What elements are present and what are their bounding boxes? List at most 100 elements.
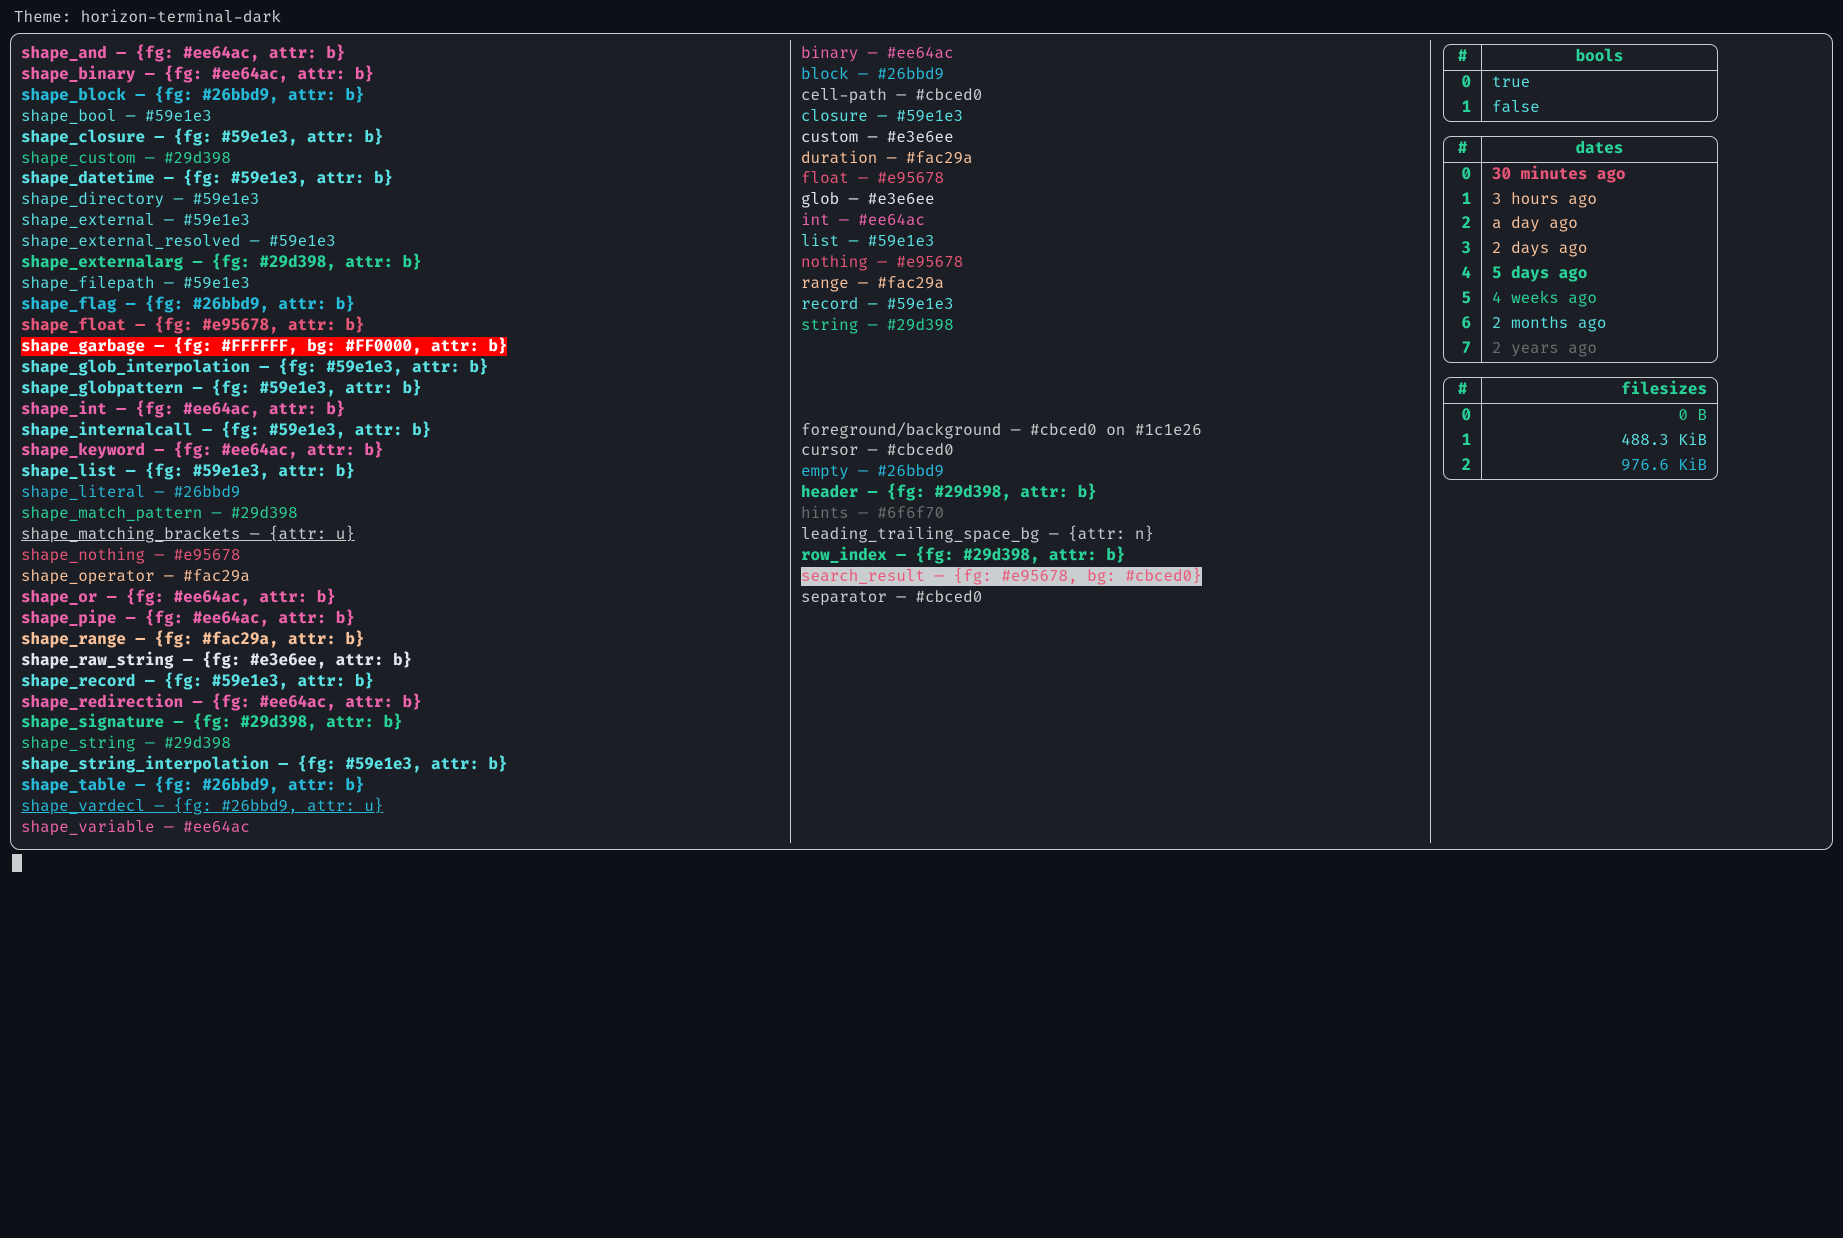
- shapes-column: shape_and — {fg: #ee64ac, attr: b} shape_…: [11, 40, 791, 843]
- shapes-name: shape_directory: [21, 190, 164, 209]
- types-entry: float — #e95678: [801, 169, 944, 188]
- shapes-name: shape_internalcall: [21, 421, 193, 440]
- row-value: 2 years ago: [1482, 337, 1717, 362]
- shapes-value: {fg: #29d398, attr: b}: [212, 253, 422, 272]
- separator-text: —: [849, 65, 878, 84]
- misc-row: search_result — {fg: #e95678, bg: #cbced…: [801, 567, 1420, 588]
- shapes-entry: shape_custom — #29d398: [21, 149, 231, 168]
- table-row: 0true: [1444, 71, 1717, 96]
- shapes-row: shape_closure — {fg: #59e1e3, attr: b}: [21, 128, 780, 149]
- shapes-name: shape_list: [21, 462, 116, 481]
- shapes-row: shape_external — #59e1e3: [21, 211, 780, 232]
- shapes-entry: shape_garbage — {fg: #FFFFFF, bg: #FF000…: [21, 337, 507, 356]
- separator-text: —: [858, 483, 887, 502]
- table-header-label: bools: [1482, 45, 1717, 70]
- shapes-value: #59e1e3: [193, 190, 260, 209]
- types-value: #e95678: [877, 169, 944, 188]
- shapes-entry: shape_record — {fg: #59e1e3, attr: b}: [21, 672, 374, 691]
- shapes-name: shape_keyword: [21, 441, 145, 460]
- table-row: 2976.6 KiB: [1444, 454, 1717, 479]
- shapes-row: shape_list — {fg: #59e1e3, attr: b}: [21, 462, 780, 483]
- separator-text: —: [925, 567, 954, 586]
- table-header-index: #: [1444, 45, 1482, 70]
- misc-name: empty: [801, 462, 849, 481]
- misc-entry: search_result — {fg: #e95678, bg: #cbced…: [801, 567, 1202, 586]
- separator-text: —: [107, 400, 136, 419]
- shapes-entry: shape_datetime — {fg: #59e1e3, attr: b}: [21, 169, 393, 188]
- shapes-entry: shape_operator — #fac29a: [21, 567, 250, 586]
- shapes-name: shape_operator: [21, 567, 155, 586]
- shapes-value: {fg: #e95678, attr: b}: [155, 316, 365, 335]
- separator-text: —: [135, 672, 164, 691]
- types-name: record: [801, 295, 858, 314]
- shapes-name: shape_match_pattern: [21, 504, 202, 523]
- shapes-row: shape_table — {fg: #26bbd9, attr: b}: [21, 776, 780, 797]
- separator-text: —: [155, 211, 184, 230]
- separator-text: —: [877, 149, 906, 168]
- misc-value: #26bbd9: [877, 462, 944, 481]
- table-header-index: #: [1444, 137, 1482, 162]
- shapes-name: shape_float: [21, 316, 126, 335]
- shapes-value: {fg: #59e1e3, attr: b}: [183, 169, 393, 188]
- misc-name: hints: [801, 504, 849, 523]
- shapes-row: shape_literal — #26bbd9: [21, 483, 780, 504]
- shapes-value: {fg: #26bbd9, attr: u}: [174, 797, 384, 816]
- shapes-value: {fg: #ee64ac, attr: b}: [174, 441, 384, 460]
- row-index: 6: [1444, 312, 1482, 337]
- shapes-row: shape_and — {fg: #ee64ac, attr: b}: [21, 44, 780, 65]
- table-row: 72 years ago: [1444, 337, 1717, 362]
- shapes-name: shape_external_resolved: [21, 232, 240, 251]
- shapes-entry: shape_raw_string — {fg: #e3e6ee, attr: b…: [21, 651, 412, 670]
- types-row: cell-path — #cbced0: [801, 86, 1420, 107]
- shapes-name: shape_range: [21, 630, 126, 649]
- shapes-name: shape_globpattern: [21, 379, 183, 398]
- separator-text: —: [135, 149, 164, 168]
- shapes-entry: shape_block — {fg: #26bbd9, attr: b}: [21, 86, 364, 105]
- shapes-name: shape_custom: [21, 149, 135, 168]
- shapes-row: shape_string — #29d398: [21, 734, 780, 755]
- shapes-name: shape_redirection: [21, 693, 183, 712]
- shapes-value: {fg: #59e1e3, attr: b}: [174, 128, 384, 147]
- shapes-entry: shape_redirection — {fg: #ee64ac, attr: …: [21, 693, 422, 712]
- shapes-entry: shape_internalcall — {fg: #59e1e3, attr:…: [21, 421, 431, 440]
- shapes-value: #59e1e3: [269, 232, 336, 251]
- shapes-row: shape_pipe — {fg: #ee64ac, attr: b}: [21, 609, 780, 630]
- shapes-value: #29d398: [164, 734, 231, 753]
- misc-value: #cbced0 on #1c1e26: [1030, 421, 1202, 440]
- shapes-entry: shape_externalarg — {fg: #29d398, attr: …: [21, 253, 422, 272]
- separator-text: —: [858, 295, 887, 314]
- misc-value: #6f6f70: [877, 504, 944, 523]
- separator-text: —: [145, 128, 174, 147]
- row-value: 5 days ago: [1482, 262, 1717, 287]
- row-value: a day ago: [1482, 212, 1717, 237]
- row-index: 1: [1444, 96, 1482, 121]
- shapes-name: shape_flag: [21, 295, 116, 314]
- separator-text: —: [839, 190, 868, 209]
- shapes-name: shape_externalarg: [21, 253, 183, 272]
- types-value: #e3e6ee: [887, 128, 954, 147]
- table-header-index: #: [1444, 378, 1482, 403]
- types-column: binary — #ee64acblock — #26bbd9cell-path…: [791, 40, 1431, 843]
- shapes-name: shape_table: [21, 776, 126, 795]
- table-dates: #dates030 minutes ago13 hours ago2a day …: [1443, 136, 1718, 363]
- shapes-row: shape_glob_interpolation — {fg: #59e1e3,…: [21, 358, 780, 379]
- types-row: closure — #59e1e3: [801, 107, 1420, 128]
- shapes-entry: shape_string_interpolation — {fg: #59e1e…: [21, 755, 507, 774]
- misc-row: empty — #26bbd9: [801, 462, 1420, 483]
- row-index: 7: [1444, 337, 1482, 362]
- row-value: 3 hours ago: [1482, 188, 1717, 213]
- shapes-entry: shape_glob_interpolation — {fg: #59e1e3,…: [21, 358, 488, 377]
- shapes-row: shape_bool — #59e1e3: [21, 107, 780, 128]
- shapes-row: shape_datetime — {fg: #59e1e3, attr: b}: [21, 169, 780, 190]
- shapes-value: #fac29a: [183, 567, 250, 586]
- row-index: 1: [1444, 188, 1482, 213]
- shapes-name: shape_signature: [21, 713, 164, 732]
- types-value: #59e1e3: [887, 295, 954, 314]
- shapes-name: shape_int: [21, 400, 107, 419]
- shapes-value: #29d398: [231, 504, 298, 523]
- table-row: 32 days ago: [1444, 237, 1717, 262]
- shapes-row: shape_int — {fg: #ee64ac, attr: b}: [21, 400, 780, 421]
- separator-text: —: [164, 713, 193, 732]
- shapes-row: shape_block — {fg: #26bbd9, attr: b}: [21, 86, 780, 107]
- shapes-entry: shape_directory — #59e1e3: [21, 190, 259, 209]
